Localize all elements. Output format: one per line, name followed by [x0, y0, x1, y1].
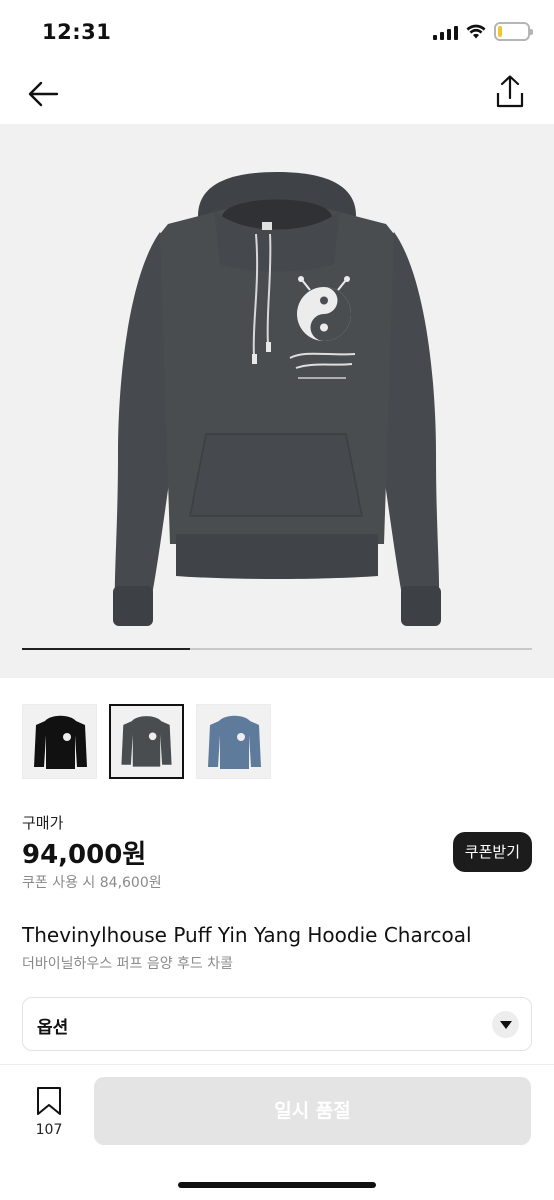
signal-icon [433, 24, 458, 40]
thumbnail-strip [22, 704, 271, 779]
hoodie-thumbnail-icon [34, 715, 87, 769]
hoodie-image [113, 172, 441, 626]
get-coupon-button[interactable]: 쿠폰받기 [452, 832, 532, 872]
sold-out-button[interactable]: 일시 품절 [94, 1077, 531, 1145]
product-image[interactable] [0, 124, 554, 678]
product-price: 94,000원 [22, 840, 147, 870]
coupon-price: 쿠폰 사용 시 84,600원 [22, 875, 162, 891]
option-select[interactable]: 옵션 [22, 997, 532, 1051]
battery-level [498, 26, 503, 37]
status-time: 12:31 [42, 20, 112, 44]
arrow-left-icon [28, 81, 59, 107]
back-button[interactable] [24, 74, 64, 114]
status-icons [433, 22, 533, 41]
status-bar: 12:31 [0, 0, 554, 62]
bookmark-count: 107 [35, 1122, 63, 1138]
battery-icon [494, 22, 533, 41]
home-indicator [178, 1182, 376, 1188]
image-progress-track [22, 648, 532, 650]
image-progress-fill [22, 648, 191, 650]
wifi-icon [466, 24, 486, 39]
hoodie-thumbnail-icon [208, 715, 261, 769]
thumbnail-black[interactable] [22, 704, 97, 779]
caret-down-icon [492, 1011, 519, 1038]
thumbnail-blue[interactable] [196, 704, 271, 779]
bottom-divider [0, 1064, 554, 1065]
share-button[interactable] [490, 72, 530, 112]
product-title-en: Thevinylhouse Puff Yin Yang Hoodie Charc… [22, 923, 472, 947]
price-label: 구매가 [22, 814, 64, 832]
bookmark-button[interactable]: 107 [30, 1086, 68, 1138]
share-icon [496, 75, 524, 108]
option-label: 옵션 [37, 1018, 69, 1038]
bookmark-icon [37, 1087, 61, 1115]
product-title-ko: 더바이닐하우스 퍼프 음양 후드 차콜 [22, 956, 233, 972]
hoodie-thumbnail-icon [121, 716, 172, 767]
thumbnail-charcoal[interactable] [109, 704, 184, 779]
nav-bar [0, 62, 554, 124]
